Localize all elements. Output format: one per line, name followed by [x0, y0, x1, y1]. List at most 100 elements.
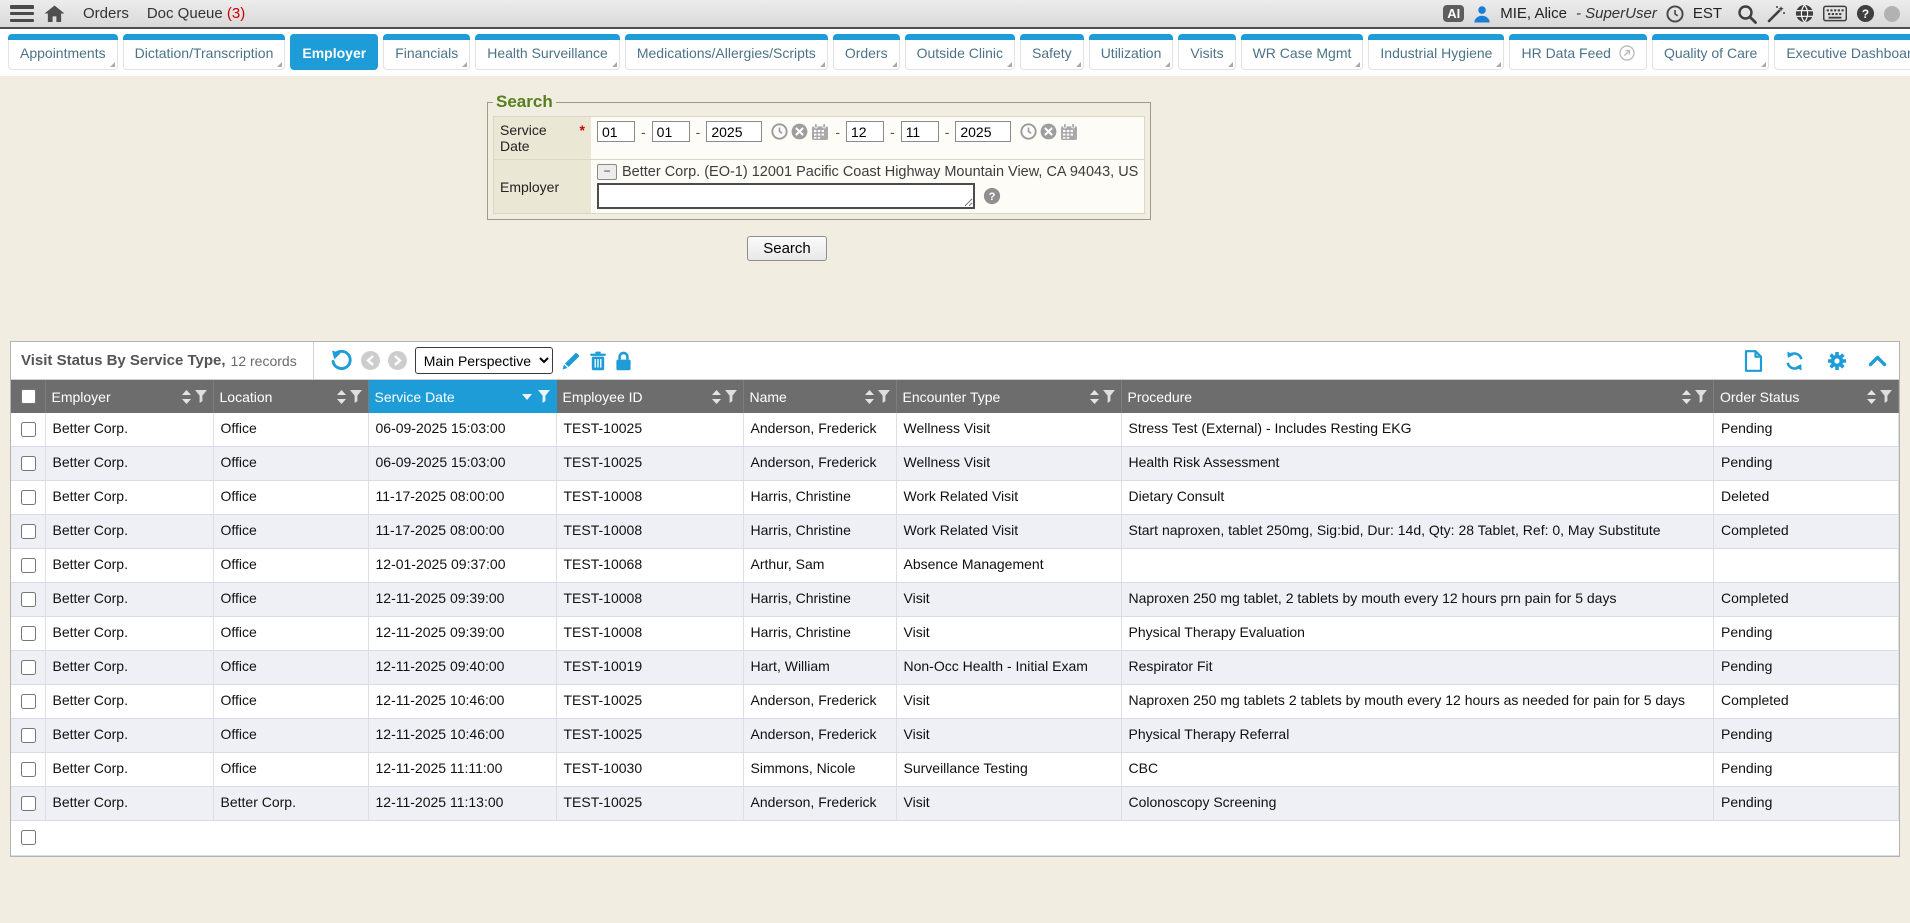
sort-desc-icon[interactable]	[522, 394, 532, 400]
row-checkbox[interactable]	[21, 490, 36, 505]
help-icon[interactable]: ?	[1856, 4, 1875, 23]
from-month-input[interactable]	[597, 121, 635, 142]
to-month-input[interactable]	[846, 121, 884, 142]
filter-icon[interactable]	[1103, 390, 1115, 403]
column-header-procedure[interactable]: Procedure	[1121, 380, 1714, 413]
row-checkbox[interactable]	[21, 558, 36, 573]
to-clear-icon[interactable]	[1040, 123, 1057, 140]
sort-icon[interactable]	[1867, 390, 1876, 404]
collapse-employer-button[interactable]: −	[597, 164, 617, 180]
sort-icon[interactable]	[865, 390, 874, 404]
breadcrumb-doc-queue[interactable]: Doc Queue (3)	[147, 5, 245, 22]
row-checkbox[interactable]	[21, 796, 36, 811]
tab-utilization[interactable]: Utilization	[1089, 34, 1174, 70]
tab-financials[interactable]: Financials	[383, 34, 470, 70]
home-icon[interactable]	[44, 5, 65, 23]
filter-icon[interactable]	[878, 390, 890, 403]
search-icon[interactable]	[1737, 4, 1757, 24]
tab-visits[interactable]: Visits	[1178, 34, 1235, 70]
tab-label: Health Surveillance	[487, 45, 608, 61]
column-header-order-status[interactable]: Order Status	[1714, 380, 1899, 413]
filter-icon[interactable]	[1880, 390, 1892, 403]
keyboard-icon[interactable]	[1823, 5, 1847, 22]
row-checkbox[interactable]	[21, 626, 36, 641]
globe-icon[interactable]	[1795, 4, 1814, 23]
forward-icon[interactable]	[388, 351, 407, 370]
sort-icon[interactable]	[1090, 390, 1099, 404]
filter-icon[interactable]	[195, 390, 207, 403]
magic-wand-icon[interactable]	[1766, 4, 1786, 24]
employer-search-input[interactable]	[597, 183, 975, 209]
tab-executive-dashboard[interactable]: Executive Dashboard	[1774, 34, 1910, 70]
footer-checkbox[interactable]	[21, 830, 36, 845]
settings-icon[interactable]	[1826, 350, 1848, 372]
lock-icon[interactable]	[615, 351, 632, 371]
filter-icon[interactable]	[725, 390, 737, 403]
sort-icon[interactable]	[1682, 390, 1691, 404]
column-header-employer[interactable]: Employer	[45, 380, 213, 413]
filter-icon[interactable]	[1695, 390, 1707, 403]
refresh-icon[interactable]	[1783, 350, 1806, 372]
tab-orders[interactable]: Orders	[833, 34, 900, 70]
select-all-header[interactable]	[11, 380, 45, 413]
row-checkbox[interactable]	[21, 660, 36, 675]
from-calendar-icon[interactable]	[811, 123, 829, 141]
from-day-input[interactable]	[652, 121, 690, 142]
required-marker: *	[580, 122, 585, 138]
tab-dictation-transcription[interactable]: Dictation/Transcription	[123, 34, 286, 70]
tab-outside-clinic[interactable]: Outside Clinic	[905, 34, 1015, 70]
collapse-icon[interactable]	[1868, 355, 1887, 367]
row-checkbox[interactable]	[21, 728, 36, 743]
results-grid: Visit Status By Service Type, 12 records…	[10, 341, 1900, 857]
sort-icon[interactable]	[182, 390, 191, 404]
row-checkbox[interactable]	[21, 456, 36, 471]
filter-icon[interactable]	[350, 390, 362, 403]
tab-medications-allergies-scripts[interactable]: Medications/Allergies/Scripts	[625, 34, 828, 70]
employer-help-icon[interactable]: ?	[983, 187, 1001, 205]
tab-employer[interactable]: Employer	[290, 34, 378, 70]
row-checkbox[interactable]	[21, 694, 36, 709]
undo-icon[interactable]	[330, 349, 353, 372]
column-header-employee-id[interactable]: Employee ID	[556, 380, 743, 413]
sort-icon[interactable]	[337, 390, 346, 404]
to-year-input[interactable]	[955, 121, 1011, 142]
tab-health-surveillance[interactable]: Health Surveillance	[475, 34, 620, 70]
to-day-input[interactable]	[901, 121, 939, 142]
clock-icon[interactable]	[1666, 5, 1684, 23]
filter-icon[interactable]	[538, 390, 550, 403]
tab-wr-case-mgmt[interactable]: WR Case Mgmt	[1241, 34, 1364, 70]
tab-industrial-hygiene[interactable]: Industrial Hygiene	[1368, 34, 1504, 70]
tab-appointments[interactable]: Appointments	[8, 34, 118, 70]
row-checkbox[interactable]	[21, 422, 36, 437]
user-icon[interactable]	[1473, 5, 1491, 23]
tab-safety[interactable]: Safety	[1020, 34, 1084, 70]
tab-hr-data-feed[interactable]: HR Data Feed	[1509, 34, 1646, 70]
from-clock-icon[interactable]	[771, 123, 788, 140]
to-calendar-icon[interactable]	[1060, 123, 1078, 141]
user-name[interactable]: MIE, Alice	[1500, 5, 1567, 22]
perspective-select[interactable]: Main Perspective	[415, 347, 553, 374]
menu-icon[interactable]	[10, 5, 34, 22]
select-all-checkbox[interactable]	[21, 389, 36, 404]
cell-encounter-type: Work Related Visit	[904, 488, 1019, 504]
tab-quality-of-care[interactable]: Quality of Care	[1652, 34, 1769, 70]
from-clear-icon[interactable]	[791, 123, 808, 140]
row-checkbox[interactable]	[21, 592, 36, 607]
row-checkbox[interactable]	[21, 762, 36, 777]
delete-icon[interactable]	[589, 351, 607, 371]
sort-icon[interactable]	[712, 390, 721, 404]
column-header-service-date[interactable]: Service Date	[368, 380, 556, 413]
edit-icon[interactable]	[561, 351, 581, 371]
from-year-input[interactable]	[706, 121, 762, 142]
row-checkbox[interactable]	[21, 524, 36, 539]
column-header-location[interactable]: Location	[213, 380, 368, 413]
breadcrumb-orders[interactable]: Orders	[83, 5, 129, 22]
to-clock-icon[interactable]	[1020, 123, 1037, 140]
ai-badge[interactable]: AI	[1443, 5, 1464, 22]
back-icon[interactable]	[361, 351, 380, 370]
search-button[interactable]: Search	[747, 236, 827, 261]
column-header-name[interactable]: Name	[743, 380, 896, 413]
column-header-encounter-type[interactable]: Encounter Type	[896, 380, 1121, 413]
external-link-icon[interactable]	[1619, 48, 1635, 64]
new-document-icon[interactable]	[1744, 350, 1763, 372]
